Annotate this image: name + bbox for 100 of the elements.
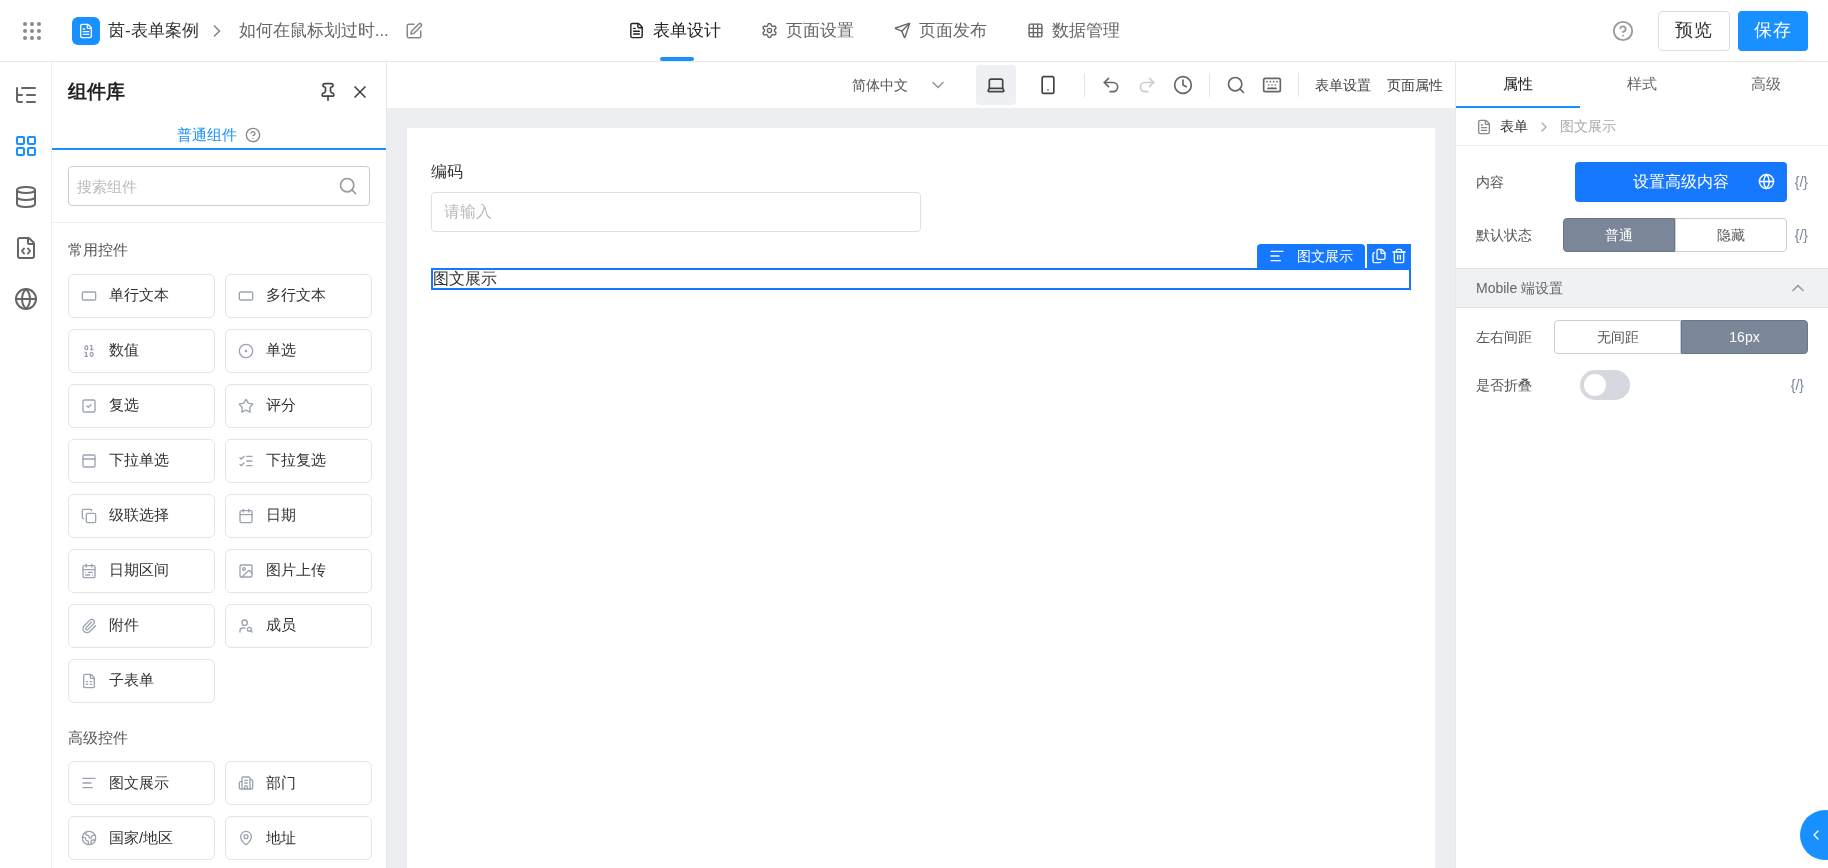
component-card[interactable]: 日期区间 bbox=[68, 548, 215, 593]
nav-tab[interactable]: 页面设置 bbox=[760, 0, 854, 61]
property-label: 默认状态 bbox=[1476, 225, 1533, 245]
component-card[interactable]: 子表单 bbox=[68, 658, 215, 703]
component-label: 级联选择 bbox=[109, 505, 169, 526]
keyboard-icon[interactable] bbox=[1262, 75, 1282, 95]
property-label: 内容 bbox=[1476, 172, 1505, 192]
expression-mark[interactable]: {/} bbox=[1794, 171, 1808, 193]
dropdown-icon bbox=[81, 452, 97, 469]
text-lines-icon bbox=[81, 775, 97, 791]
globe-icon bbox=[81, 830, 97, 846]
edit-icon[interactable] bbox=[404, 21, 423, 40]
advanced-content-button[interactable]: 设置高级内容 bbox=[1574, 162, 1787, 202]
component-label: 单行文本 bbox=[109, 285, 169, 306]
number-icon bbox=[81, 342, 97, 359]
segment-option[interactable]: 普通 bbox=[1562, 218, 1675, 252]
app-logo bbox=[72, 16, 100, 45]
nav-tab[interactable]: 数据管理 bbox=[1026, 0, 1120, 61]
desktop-view-button[interactable] bbox=[976, 65, 1016, 105]
component-label: 图片上传 bbox=[266, 560, 326, 581]
toggle-switch[interactable] bbox=[1580, 370, 1630, 400]
nav-tab[interactable]: 页面发布 bbox=[893, 0, 987, 61]
language-select[interactable]: 简体中文 bbox=[852, 74, 948, 96]
segment-option[interactable]: 隐藏 bbox=[1674, 218, 1787, 252]
component-card[interactable]: 复选 bbox=[68, 383, 215, 428]
property-label: 是否折叠 bbox=[1476, 375, 1533, 395]
document-icon bbox=[1476, 118, 1492, 135]
component-card[interactable]: 单选 bbox=[225, 328, 372, 373]
segment-option[interactable]: 无间距 bbox=[1554, 320, 1681, 354]
component-card[interactable]: 图文展示 bbox=[68, 761, 215, 805]
component-card[interactable]: 地址 bbox=[225, 816, 372, 860]
component-label: 地址 bbox=[266, 827, 296, 848]
rich-text-block[interactable]: 图文展示 bbox=[431, 268, 1411, 290]
redo-icon bbox=[1137, 75, 1157, 95]
app-name[interactable]: 茵-表单案例 bbox=[108, 17, 199, 44]
toolbar-link[interactable]: 页面属性 bbox=[1387, 74, 1443, 96]
globe-icon bbox=[1757, 173, 1775, 190]
delete-icon[interactable] bbox=[1391, 248, 1407, 264]
panel-title: 组件库 bbox=[68, 80, 125, 104]
gear-icon bbox=[760, 22, 778, 39]
expression-mark[interactable]: {/} bbox=[1794, 224, 1808, 246]
nav-tab[interactable]: 表单设计 bbox=[627, 0, 721, 61]
component-tag: 图文展示 bbox=[1257, 244, 1365, 268]
calendar-icon bbox=[238, 507, 254, 524]
component-card[interactable]: 部门 bbox=[225, 761, 372, 805]
toolbar-link[interactable]: 表单设置 bbox=[1315, 74, 1371, 96]
breadcrumb-item: 图文展示 bbox=[1560, 117, 1616, 136]
rail-button[interactable] bbox=[12, 286, 39, 312]
calendar-icon bbox=[81, 562, 97, 579]
component-label: 多行文本 bbox=[266, 285, 326, 306]
phone-icon bbox=[1038, 75, 1058, 95]
component-label: 日期 bbox=[266, 505, 296, 526]
paperclip-icon bbox=[81, 617, 97, 634]
component-card[interactable]: 评分 bbox=[225, 383, 372, 428]
breadcrumb-item[interactable]: 表单 bbox=[1500, 116, 1528, 137]
undo-button[interactable] bbox=[1101, 75, 1121, 95]
document-icon bbox=[81, 672, 97, 689]
component-card[interactable]: 下拉单选 bbox=[68, 438, 215, 483]
pin-icon[interactable] bbox=[318, 82, 338, 103]
segment-option[interactable]: 16px bbox=[1681, 320, 1808, 354]
component-card[interactable]: 国家/地区 bbox=[68, 816, 215, 860]
component-label: 单选 bbox=[266, 340, 296, 361]
property-tab[interactable]: 样式 bbox=[1580, 62, 1704, 108]
component-card[interactable]: 附件 bbox=[68, 603, 215, 648]
expression-mark[interactable]: {/} bbox=[1790, 374, 1804, 396]
component-card[interactable]: 多行文本 bbox=[225, 273, 372, 318]
history-icon[interactable] bbox=[1173, 75, 1193, 95]
search-field[interactable]: 搜索组件 bbox=[68, 166, 370, 206]
group-title: 常用控件 bbox=[68, 240, 129, 260]
copy-icon bbox=[81, 507, 97, 524]
component-label: 日期区间 bbox=[109, 560, 169, 581]
component-label: 评分 bbox=[266, 395, 296, 416]
preview-button[interactable]: 预览 bbox=[1658, 10, 1731, 51]
text-input[interactable]: 请输入 bbox=[431, 192, 921, 232]
section-header[interactable]: Mobile 端设置 bbox=[1456, 268, 1828, 308]
search-icon[interactable] bbox=[1226, 75, 1246, 95]
laptop-icon bbox=[986, 75, 1006, 95]
search-icon[interactable] bbox=[338, 176, 358, 196]
component-label: 下拉复选 bbox=[266, 450, 326, 471]
component-card[interactable]: 单行文本 bbox=[68, 273, 215, 318]
user-icon bbox=[238, 617, 254, 634]
undo-icon bbox=[1101, 75, 1121, 95]
component-card[interactable]: 下拉复选 bbox=[225, 438, 372, 483]
component-card[interactable]: 成员 bbox=[225, 603, 372, 648]
property-label: 左右间距 bbox=[1476, 327, 1533, 347]
text-lines-icon bbox=[1269, 248, 1285, 264]
component-label: 成员 bbox=[266, 615, 296, 636]
group-title: 高级控件 bbox=[68, 727, 129, 748]
help-icon[interactable] bbox=[1612, 19, 1635, 42]
radio-icon bbox=[238, 342, 254, 359]
copy-icon[interactable] bbox=[1371, 248, 1387, 264]
component-card[interactable]: 数值 bbox=[68, 328, 215, 373]
component-card[interactable]: 日期 bbox=[225, 493, 372, 538]
component-label: 子表单 bbox=[109, 670, 154, 691]
component-card[interactable]: 级联选择 bbox=[68, 493, 215, 538]
document-icon bbox=[627, 22, 645, 39]
property-tab[interactable]: 高级 bbox=[1704, 62, 1828, 108]
component-label: 国家/地区 bbox=[109, 827, 174, 848]
component-card[interactable]: 图片上传 bbox=[225, 548, 372, 593]
property-tab[interactable]: 属性 bbox=[1456, 62, 1580, 108]
